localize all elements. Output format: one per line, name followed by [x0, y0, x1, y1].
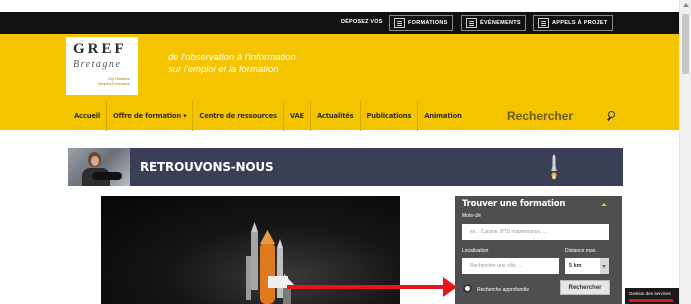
formations-button-label: FORMATIONS [408, 20, 448, 26]
logo-subname: Bretagne [73, 59, 122, 70]
red-arrow-head-icon [443, 277, 457, 297]
banner-title: RETROUVONS-NOUS [140, 160, 274, 174]
depose-label: DÉPOSEZ VOS [341, 19, 383, 25]
collapse-caret-icon[interactable] [601, 203, 607, 206]
nav-item-vae[interactable]: VAE [284, 101, 311, 131]
logo-gip: Gip Relation Emploi-Formation [98, 76, 130, 86]
find-formation-title: Trouver une formation [462, 199, 566, 209]
tagline: de l'observation à l'information sur l'e… [168, 52, 296, 76]
cookie-services-label: Gestion des services [629, 291, 671, 296]
evenements-icon [466, 18, 477, 28]
formations-icon [394, 18, 405, 28]
chevron-down-icon [600, 258, 609, 274]
tagline-line2: sur l'emploi et la formation [168, 64, 279, 75]
scroll-up-arrow-icon[interactable] [683, 3, 689, 7]
keywords-label: Mots-clé [462, 213, 481, 219]
find-formation-panel: Trouver une formation Mots-clé ex. : Cui… [455, 196, 622, 304]
retrouvons-banner[interactable]: RETROUVONS-NOUS [68, 148, 623, 186]
nav-item-publications[interactable]: Publications [361, 101, 419, 131]
distance-value: 5 km [569, 263, 582, 269]
nav-search[interactable]: Rechercher [505, 104, 625, 128]
banner-photo [68, 148, 130, 186]
nav-item-animation[interactable]: Animation [418, 101, 467, 131]
evenements-button-label: ÉVÉNEMENTS [480, 20, 521, 26]
search-icon[interactable] [607, 111, 617, 121]
keywords-input[interactable]: ex. : Cuisine, BTS maintenance, ... [462, 224, 609, 240]
logo-name: GREF [73, 41, 127, 57]
nav-search-input[interactable]: Rechercher [507, 109, 607, 123]
cookie-services-bar [629, 299, 673, 302]
formations-button[interactable]: FORMATIONS [389, 15, 453, 31]
top-bar: DÉPOSEZ VOS FORMATIONS ÉVÉNEMENTS APPELS… [0, 12, 679, 34]
appels-projet-icon [538, 18, 549, 28]
page: DÉPOSEZ VOS FORMATIONS ÉVÉNEMENTS APPELS… [0, 0, 691, 304]
page-scrollbar[interactable] [679, 0, 691, 304]
rocket-icon [551, 154, 557, 180]
advanced-search-radio[interactable] [463, 284, 472, 293]
location-input[interactable]: Rechercher une ville, ... [462, 258, 559, 274]
red-arrow-line [287, 285, 447, 289]
advanced-search-label[interactable]: Recherche approfondie [477, 287, 529, 293]
location-label: Localisation [462, 248, 489, 254]
nav-item-centre-ressources[interactable]: Centre de ressources [193, 101, 284, 131]
evenements-button[interactable]: ÉVÉNEMENTS [461, 15, 526, 31]
scroll-thumb[interactable] [682, 14, 689, 74]
appels-projet-button-label: APPELS À PROJET [552, 20, 608, 26]
gref-logo[interactable]: GREF Bretagne Gip Relation Emploi-Format… [66, 37, 138, 95]
distance-select[interactable]: 5 km [565, 258, 609, 274]
search-submit-button[interactable]: Rechercher [560, 280, 610, 295]
main-nav: Accueil Offre de formation ▾ Centre de r… [68, 101, 624, 131]
nav-item-offre-formation[interactable]: Offre de formation ▾ [107, 101, 194, 131]
cookie-services-widget[interactable]: Gestion des services [625, 288, 679, 304]
nav-item-actualites[interactable]: Actualités [311, 101, 361, 131]
appels-projet-button[interactable]: APPELS À PROJET [533, 15, 613, 31]
site-header: GREF Bretagne Gip Relation Emploi-Format… [0, 34, 679, 131]
nav-item-accueil[interactable]: Accueil [68, 101, 108, 131]
tagline-line1: de l'observation à l'information [168, 52, 296, 63]
distance-label: Distance max. [565, 248, 597, 254]
